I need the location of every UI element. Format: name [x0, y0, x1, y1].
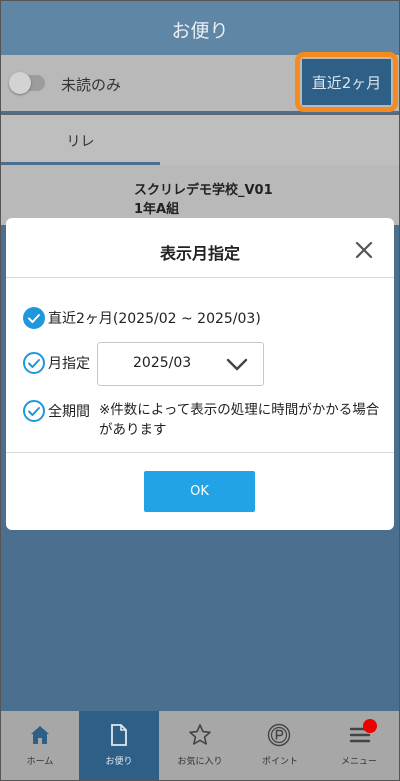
period-button[interactable]: 直近2ヶ月 [302, 59, 391, 105]
month-select[interactable]: 2025/03 [97, 342, 264, 386]
dialog-divider-bottom [6, 452, 394, 453]
nav-home[interactable]: ホーム [1, 711, 79, 780]
bottom-nav: ホーム お便り お気に入り ポイント メニュー [1, 711, 399, 780]
nav-menu[interactable]: メニュー [319, 711, 399, 780]
school-name: スクリレデモ学校_V01 [134, 183, 273, 198]
dialog-divider-top [6, 277, 394, 278]
close-icon [355, 241, 373, 259]
tab-label: リレ [66, 134, 95, 150]
document-icon [111, 724, 127, 746]
nav-points[interactable]: ポイント [241, 711, 319, 780]
unread-only-label: 未読のみ [61, 76, 122, 94]
ok-button[interactable]: OK [144, 471, 255, 512]
points-icon [267, 723, 291, 747]
tab-bar: リレ [1, 115, 399, 165]
star-icon [189, 724, 211, 745]
chevron-down-icon [226, 358, 248, 371]
app-header: お便り [1, 1, 399, 55]
option-label: 月指定 [48, 356, 90, 372]
class-name: 1年A組 [134, 202, 180, 217]
close-button[interactable] [350, 236, 378, 264]
option-label: 全期間 [48, 404, 90, 420]
notification-badge [363, 719, 377, 733]
nav-label: ホーム [26, 757, 54, 767]
home-icon [31, 726, 49, 744]
tab-relay[interactable]: リレ [1, 115, 160, 165]
month-select-value: 2025/03 [133, 355, 192, 371]
all-periods-note: ※件数によって表示の処理に時間がかかる場合があります [99, 402, 380, 438]
check-icon [23, 352, 45, 374]
check-icon [23, 307, 45, 329]
unread-only-toggle[interactable] [9, 72, 45, 94]
nav-label: お便り [105, 757, 133, 767]
check-icon [23, 400, 45, 422]
page-title: お便り [171, 20, 229, 42]
dialog-title: 表示月指定 [159, 244, 240, 263]
nav-letters[interactable]: お便り [79, 711, 159, 780]
toggle-knob [9, 72, 31, 94]
nav-label: ポイント [261, 757, 298, 767]
nav-favorites[interactable]: お気に入り [159, 711, 241, 780]
option-label: 直近2ヶ月(2025/02 ~ 2025/03) [48, 311, 261, 327]
list-item[interactable]: スクリレデモ学校_V01 1年A組 [1, 165, 399, 225]
month-filter-dialog: 表示月指定 直近2ヶ月(2025/02 ~ 2025/03) 月指定 2025/… [6, 218, 394, 530]
nav-label: メニュー [340, 757, 377, 767]
nav-label: お気に入り [177, 757, 223, 767]
